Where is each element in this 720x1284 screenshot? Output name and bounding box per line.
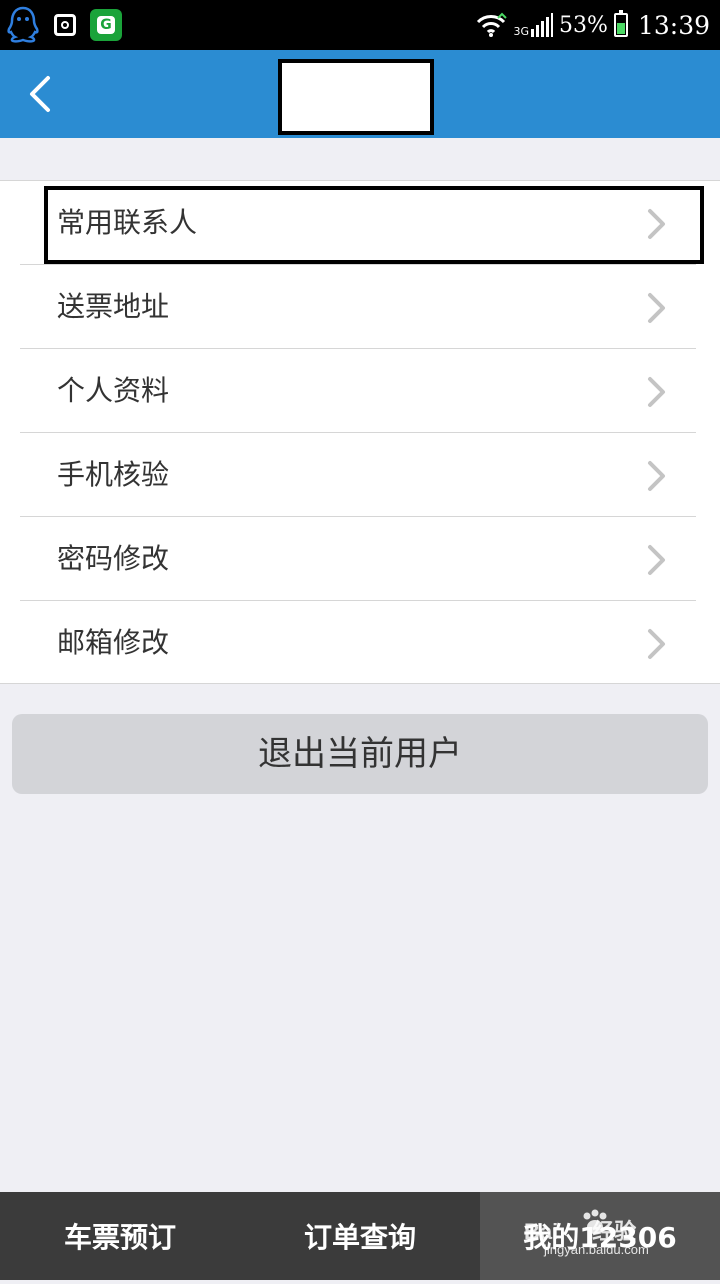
chevron-left-icon	[30, 76, 50, 112]
network-type: 3G	[513, 25, 530, 38]
wifi-icon	[476, 12, 507, 37]
tab-my-12306[interactable]: 我的12306	[480, 1192, 720, 1280]
screenshot-icon	[54, 14, 76, 36]
back-button[interactable]	[18, 70, 66, 118]
menu-item-label: 邮箱修改	[57, 626, 170, 659]
battery-percent: 53%	[559, 12, 608, 38]
chevron-right-icon	[648, 545, 665, 575]
qq-icon	[7, 6, 39, 43]
menu-item-label: 手机核验	[57, 458, 170, 491]
menu-item-contacts[interactable]: 常用联系人	[0, 181, 720, 265]
menu-item-label: 个人资料	[57, 374, 170, 407]
chevron-right-icon	[648, 629, 665, 659]
nav-bar	[0, 50, 720, 138]
menu-item-profile[interactable]: 个人资料	[0, 349, 720, 433]
menu-item-address[interactable]: 送票地址	[0, 265, 720, 349]
signal-icon	[531, 13, 554, 37]
menu-item-password[interactable]: 密码修改	[0, 517, 720, 601]
chevron-right-icon	[648, 209, 665, 239]
status-bar-right: 3G 53% 13:39	[474, 0, 710, 50]
menu-item-label: 送票地址	[57, 290, 170, 323]
tab-ticket-booking[interactable]: 车票预订	[0, 1192, 240, 1280]
logout-button[interactable]: 退出当前用户	[12, 714, 708, 794]
menu-list: 常用联系人 送票地址 个人资料 手机核验 密码修改 邮箱修改	[0, 180, 720, 684]
status-bar-left: G	[6, 6, 122, 44]
chevron-right-icon	[648, 461, 665, 491]
clock: 13:39	[637, 10, 710, 40]
status-bar: G 3G 53% 13:39	[0, 0, 720, 50]
battery-icon	[613, 10, 628, 37]
chevron-right-icon	[648, 377, 665, 407]
green-app-icon: G	[90, 9, 122, 41]
page-title	[278, 59, 434, 135]
tab-bar: 车票预订 订单查询 我的12306	[0, 1192, 720, 1280]
chevron-right-icon	[648, 293, 665, 323]
menu-item-label: 密码修改	[57, 542, 170, 575]
menu-item-email[interactable]: 邮箱修改	[0, 601, 720, 685]
menu-item-label: 常用联系人	[57, 206, 198, 239]
tab-order-query[interactable]: 订单查询	[240, 1192, 480, 1280]
menu-item-phone-verify[interactable]: 手机核验	[0, 433, 720, 517]
